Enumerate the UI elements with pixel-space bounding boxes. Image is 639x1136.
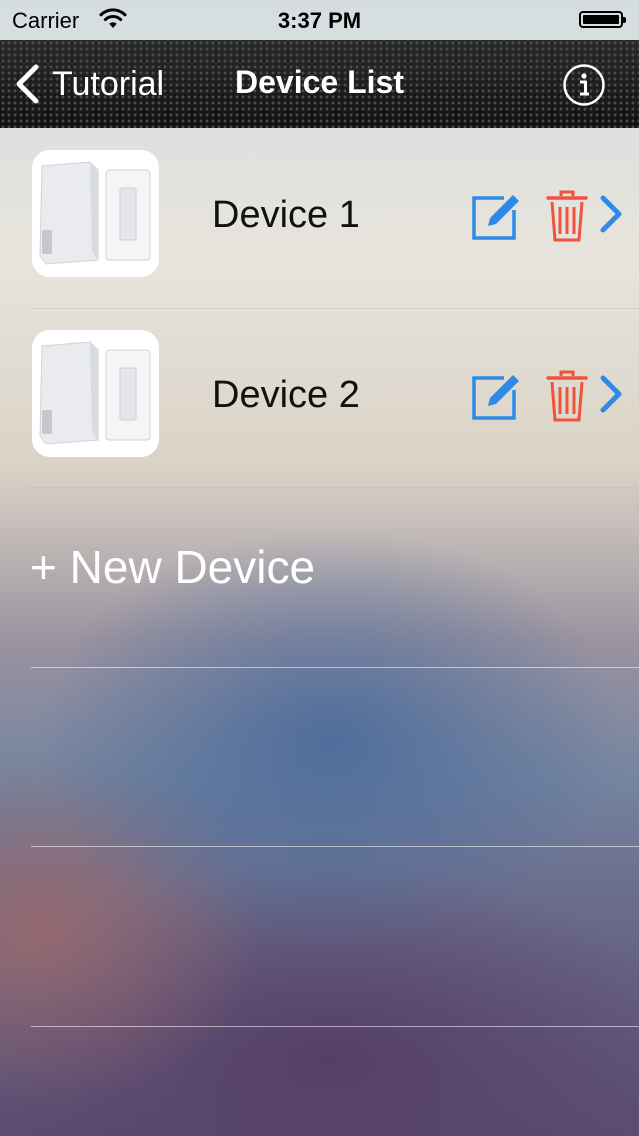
device-name: Device 1 bbox=[212, 194, 360, 236]
device-row[interactable]: Device 2 bbox=[0, 308, 639, 488]
new-device-button[interactable]: + New Device bbox=[30, 540, 315, 594]
navigation-bar: Tutorial Device List bbox=[0, 40, 639, 128]
device-name: Device 2 bbox=[212, 374, 360, 416]
row-separator bbox=[31, 1026, 639, 1027]
trash-icon[interactable] bbox=[546, 370, 588, 422]
device-row[interactable]: Device 1 bbox=[0, 128, 639, 308]
chevron-right-icon[interactable] bbox=[597, 374, 625, 414]
device-thumbnail bbox=[32, 330, 159, 457]
smart-plug-image bbox=[32, 150, 159, 277]
status-bar: Carrier 3:37 PM bbox=[0, 0, 639, 40]
info-icon[interactable] bbox=[562, 63, 606, 107]
clock: 3:37 PM bbox=[277, 8, 362, 33]
edit-icon[interactable] bbox=[470, 370, 522, 422]
trash-icon[interactable] bbox=[546, 190, 588, 242]
smart-plug-image bbox=[32, 330, 159, 457]
row-separator bbox=[31, 667, 639, 668]
device-thumbnail bbox=[32, 150, 159, 277]
edit-icon[interactable] bbox=[470, 190, 522, 242]
back-button[interactable]: Tutorial bbox=[14, 62, 164, 106]
battery-icon bbox=[579, 11, 626, 28]
row-separator bbox=[31, 487, 639, 488]
row-separator bbox=[31, 846, 639, 847]
chevron-left-icon bbox=[16, 64, 39, 104]
chevron-right-icon[interactable] bbox=[597, 194, 625, 234]
back-button-label: Tutorial bbox=[52, 64, 165, 103]
